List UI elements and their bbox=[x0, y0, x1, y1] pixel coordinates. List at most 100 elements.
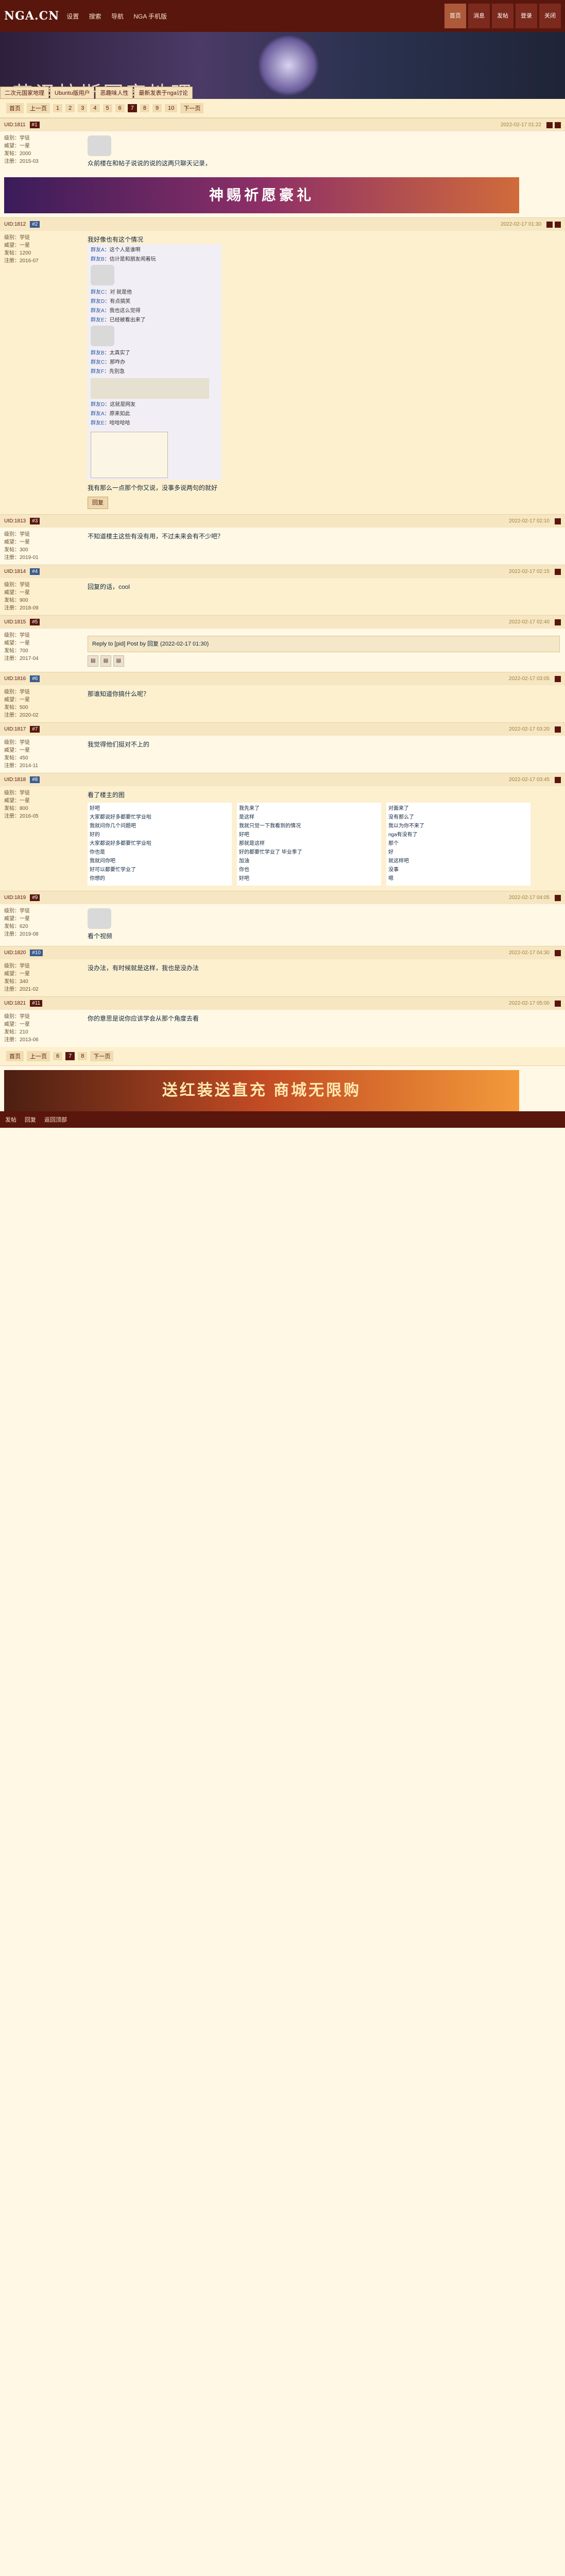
breadcrumb-item[interactable]: 恶趣味人性 bbox=[95, 87, 133, 99]
chat-line: 大家都说好多都要忙学业啦 bbox=[90, 815, 151, 820]
topnav-item-settings[interactable]: 设置 bbox=[66, 13, 79, 20]
reply-icon[interactable] bbox=[555, 675, 561, 682]
sticker-icon bbox=[88, 908, 111, 929]
home-button[interactable]: 首页 bbox=[444, 4, 466, 28]
pager-page[interactable]: 3 bbox=[78, 104, 88, 112]
reply-icon[interactable] bbox=[555, 1000, 561, 1007]
breadcrumb-item[interactable]: Ubuntu版用户 bbox=[50, 87, 95, 99]
reply-icon[interactable] bbox=[555, 619, 561, 625]
user-info: 级别：学徒 威望：一星 发帖：620 注册：2019-08 bbox=[0, 904, 82, 946]
post-time: 2022-02-17 02:40 bbox=[509, 619, 550, 625]
pager-page[interactable]: 6 bbox=[53, 1052, 63, 1060]
pager-current[interactable]: 7 bbox=[65, 1052, 75, 1060]
ad-banner[interactable]: 神赐祈愿豪礼 bbox=[4, 177, 519, 213]
reply-icon[interactable] bbox=[555, 568, 561, 575]
breadcrumb-item[interactable]: 最新发表于nga讨论 bbox=[134, 87, 193, 99]
pager-page[interactable]: 2 bbox=[65, 104, 75, 112]
quote-icon[interactable] bbox=[555, 221, 561, 228]
pager-prev[interactable]: 上一页 bbox=[27, 103, 50, 113]
user-id[interactable]: UID:1813 bbox=[4, 518, 26, 524]
reply-icon[interactable] bbox=[546, 221, 553, 228]
user-id[interactable]: UID:1818 bbox=[4, 777, 26, 783]
pager-current[interactable]: 7 bbox=[127, 104, 137, 112]
chat-line: 群友D：有点搞笑 bbox=[91, 299, 131, 304]
quote-icon[interactable] bbox=[555, 122, 561, 128]
reply-icon[interactable] bbox=[546, 122, 553, 128]
user-register-date: 注册：2014-11 bbox=[4, 763, 38, 769]
user-register-date: 注册：2019-01 bbox=[4, 555, 39, 561]
chat-line: 群友B：太真实了 bbox=[91, 350, 130, 356]
reply-icon[interactable] bbox=[555, 894, 561, 901]
reply-icon[interactable] bbox=[555, 776, 561, 783]
user-reputation: 威望：一星 bbox=[4, 243, 30, 248]
post-text: 众前楼在和帖子说说的说的这两只聊天记录， bbox=[88, 160, 212, 167]
post-body: 级别：学徒 威望：一星 发帖：700 注册：2017-04 Reply to [… bbox=[0, 629, 565, 672]
user-level: 级别：学徒 bbox=[4, 235, 30, 241]
breadcrumb-item[interactable]: 二次元国家地理 bbox=[0, 87, 49, 99]
footer-reply-link[interactable]: 回复 bbox=[25, 1115, 36, 1124]
pager-page[interactable]: 8 bbox=[140, 104, 149, 112]
chat-line: 好可以都要忙学业了 bbox=[90, 867, 136, 873]
user-id[interactable]: UID:1817 bbox=[4, 726, 26, 732]
pager-next[interactable]: 下一页 bbox=[90, 1051, 114, 1061]
user-register-date: 注册：2013-06 bbox=[4, 1037, 39, 1043]
footer-top-link[interactable]: 返回顶部 bbox=[44, 1115, 67, 1124]
reply-icon[interactable] bbox=[555, 518, 561, 524]
user-id[interactable]: UID:1821 bbox=[4, 1001, 26, 1006]
pager-page[interactable]: 6 bbox=[115, 104, 125, 112]
chat-line: 我以为你不来了 bbox=[388, 823, 424, 829]
post-footnote: 我有那么一点那个你又说，没事多说两句的就好 bbox=[88, 484, 218, 492]
chat-line: 好的都要忙学业了 毕业季了 bbox=[239, 850, 302, 855]
user-id[interactable]: UID:1816 bbox=[4, 676, 26, 682]
reply-icon[interactable] bbox=[555, 950, 561, 956]
user-register-date: 注册：2016-07 bbox=[4, 258, 39, 264]
pager-first[interactable]: 首页 bbox=[6, 1051, 24, 1061]
post-content: 你的意思是说你应该学会从那个角度去看 bbox=[82, 1010, 565, 1047]
topnav-item-search[interactable]: 搜索 bbox=[89, 13, 101, 20]
pager-page[interactable]: 9 bbox=[152, 104, 162, 112]
login-button[interactable]: 登录 bbox=[516, 4, 537, 28]
reply-button[interactable]: 回复 bbox=[88, 497, 108, 509]
close-button[interactable]: 关闭 bbox=[539, 4, 561, 28]
post-text: 看了楼主的图 bbox=[88, 791, 125, 799]
pager-page[interactable]: 10 bbox=[165, 104, 178, 112]
reply-icon[interactable] bbox=[555, 726, 561, 733]
post-time: 2022-02-17 03:20 bbox=[509, 726, 550, 732]
user-id[interactable]: UID:1811 bbox=[4, 122, 26, 128]
pager-page[interactable]: 8 bbox=[78, 1052, 88, 1060]
user-info: 级别：学徒 威望：一星 发帖：210 注册：2013-06 bbox=[0, 1010, 82, 1047]
chat-message: 那咋办 bbox=[110, 360, 126, 365]
post: UID:1820 #10 2022-02-17 04:30 级别：学徒 威望：一… bbox=[0, 946, 565, 996]
user-id[interactable]: UID:1814 bbox=[4, 569, 26, 574]
pager-page[interactable]: 4 bbox=[90, 104, 100, 112]
chat-line: 那个 bbox=[388, 841, 399, 846]
pager-prev[interactable]: 上一页 bbox=[27, 1051, 50, 1061]
message-button[interactable]: 消息 bbox=[468, 4, 490, 28]
footer-post-link[interactable]: 发帖 bbox=[5, 1115, 16, 1124]
pager-next[interactable]: 下一页 bbox=[180, 103, 204, 113]
post-header: UID:1819 #9 2022-02-17 04:05 bbox=[0, 891, 565, 904]
site-logo[interactable]: NGA.CN bbox=[4, 9, 59, 23]
attachment-pill[interactable]: ▤ bbox=[113, 655, 125, 667]
user-id[interactable]: UID:1820 bbox=[4, 950, 26, 956]
chat-collage[interactable]: 好吧 大家都说好多都要忙学业啦 我就问你几个问题吧 好的 大家都说好多都要忙学业… bbox=[88, 803, 560, 886]
chat-screenshot[interactable]: 群友A：这个人是谁啊 群友B：估计是和朋友闹着玩 群友C：对 就是他 群友D：有… bbox=[88, 244, 221, 480]
bottom-ad-banner[interactable]: 送红装送直充 商城无限购 bbox=[4, 1070, 519, 1111]
post-button[interactable]: 发帖 bbox=[492, 4, 513, 28]
pager-page[interactable]: 1 bbox=[53, 104, 63, 112]
attachment-pill[interactable]: ▤ bbox=[100, 655, 112, 667]
pager-page[interactable]: 5 bbox=[102, 104, 112, 112]
topnav-item-nav[interactable]: 导航 bbox=[111, 13, 124, 20]
attachment-pill[interactable]: ▤ bbox=[88, 655, 99, 667]
chat-line: 我就只觉一下我看到的情况 bbox=[239, 823, 301, 829]
post-body: 级别：学徒 威望：一星 发帖：340 注册：2021-02 没办法，有时候就是这… bbox=[0, 959, 565, 996]
user-id[interactable]: UID:1819 bbox=[4, 895, 26, 901]
user-id[interactable]: UID:1812 bbox=[4, 222, 26, 227]
floor-badge: #4 bbox=[30, 568, 40, 575]
post-actions: 2022-02-17 02:40 bbox=[509, 619, 561, 625]
user-id[interactable]: UID:1815 bbox=[4, 619, 26, 625]
footer-bar: 发帖 回复 返回顶部 bbox=[0, 1111, 565, 1128]
post-time: 2022-02-17 03:45 bbox=[509, 777, 550, 783]
topnav-item-mobile[interactable]: NGA 手机版 bbox=[133, 13, 167, 20]
pager-first[interactable]: 首页 bbox=[6, 103, 24, 113]
